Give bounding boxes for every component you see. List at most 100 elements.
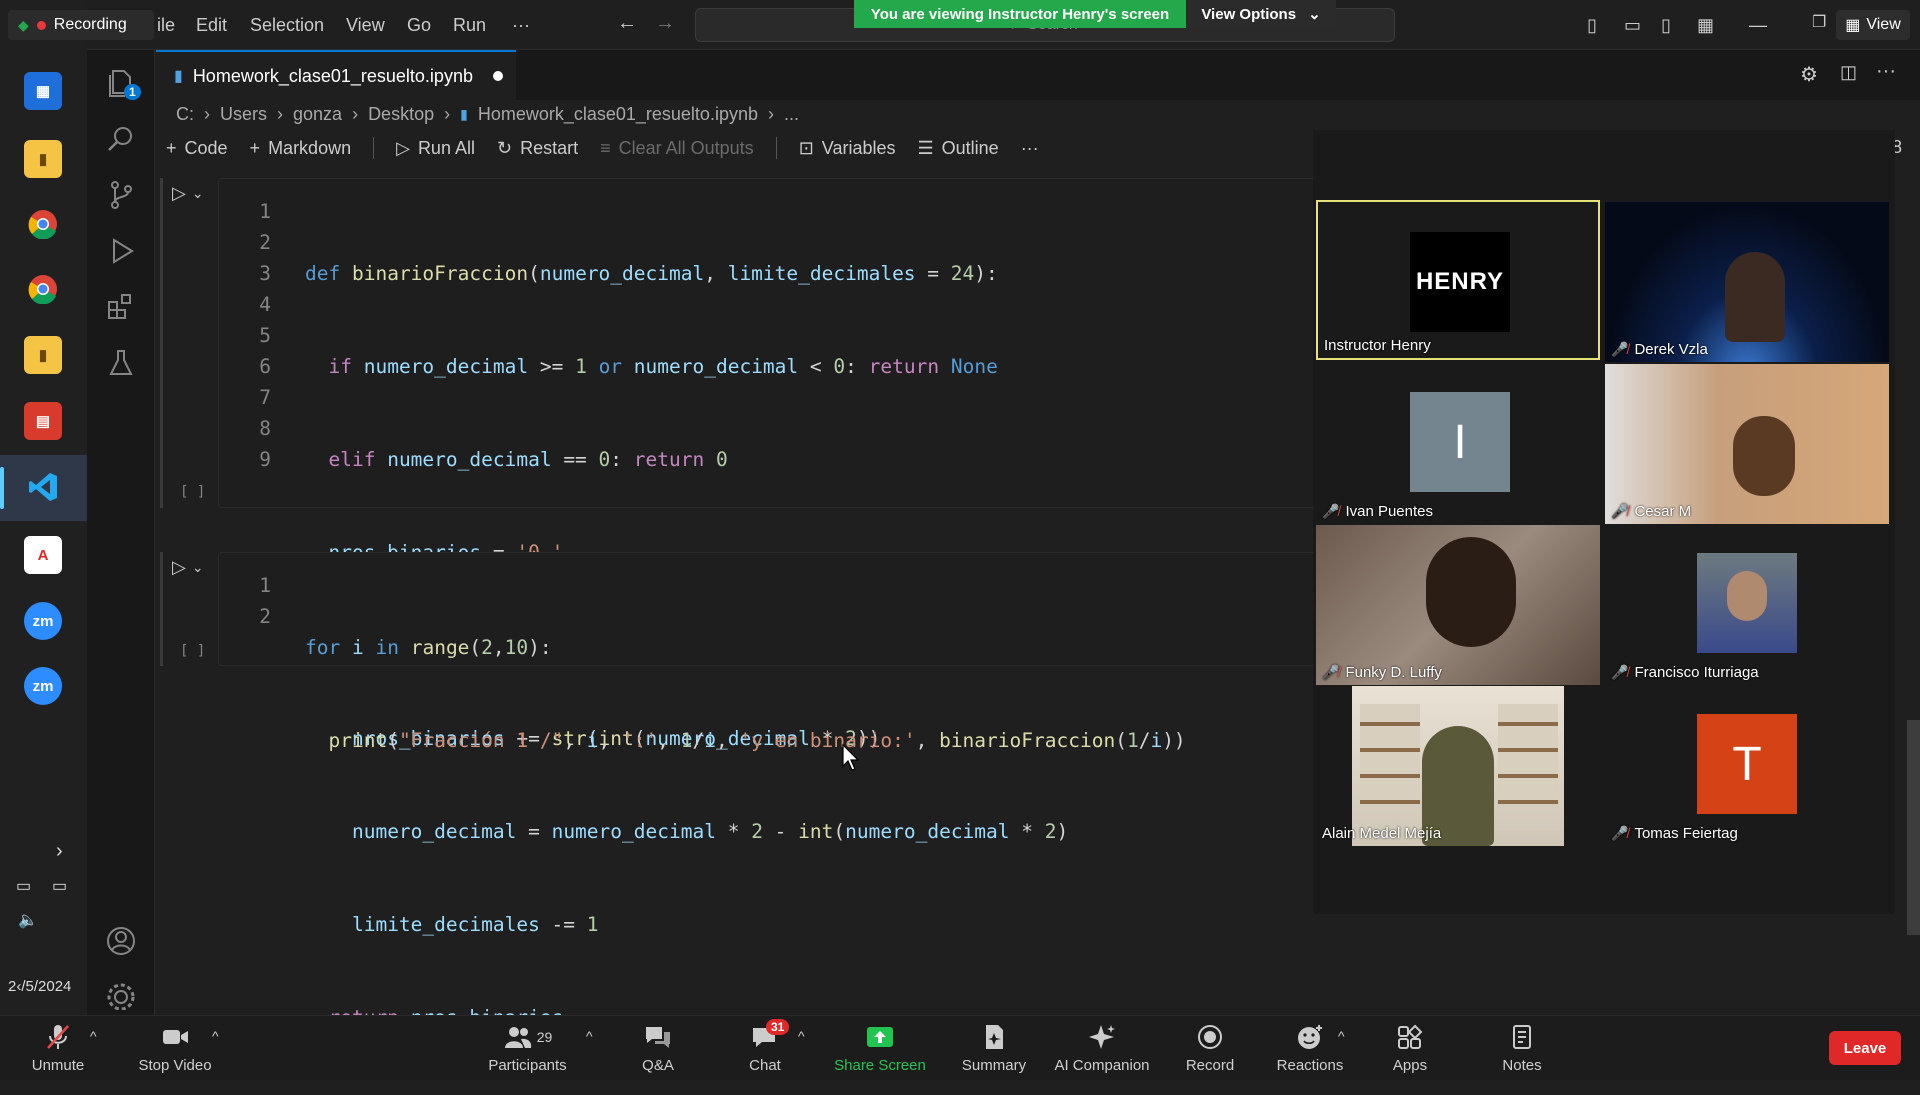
apps-button[interactable]: Apps (1380, 1016, 1440, 1081)
chevron-up-icon[interactable]: ^ (90, 1028, 97, 1044)
restore-window-icon[interactable]: ❐ (1812, 12, 1826, 32)
participants-icon (504, 1027, 531, 1048)
chevron-up-icon[interactable]: ^ (798, 1028, 805, 1044)
customize-layout-icon[interactable]: ▦ (1697, 15, 1714, 36)
code-editor[interactable]: for i in range(2,10): print("Fracción 1 … (305, 570, 1186, 818)
menu-file[interactable]: ile (157, 15, 175, 36)
account-icon[interactable] (104, 924, 138, 958)
run-cell-button[interactable]: ▷ ⌄ (172, 181, 212, 205)
record-button[interactable]: Record (1180, 1016, 1240, 1081)
zoom-app-icon[interactable]: zm (24, 602, 62, 640)
menu-selection[interactable]: Selection (250, 15, 324, 36)
qa-button[interactable]: Q&A (628, 1016, 688, 1081)
code-cell[interactable]: 123456789 def binarioFraccion(numero_dec… (218, 178, 1318, 1029)
chevron-up-icon[interactable]: ^ (212, 1028, 219, 1044)
name-label: Derek Vzla (1634, 341, 1708, 358)
forward-arrow-icon[interactable]: → (655, 12, 675, 35)
chrome-icon[interactable] (24, 205, 62, 243)
ai-companion-button[interactable]: AI Companion (1050, 1016, 1154, 1081)
vscode-icon[interactable] (24, 468, 62, 506)
outline-button[interactable]: ☰ Outline (918, 138, 999, 159)
plus-icon: + (166, 137, 177, 158)
participant-name: 🎤̸ Derek Vzla (1611, 341, 1708, 358)
windows-taskbar: ▦ ▮ ▮ ▤ A zm zm › ▭ ▭ 🔈 2‹/5/2024 (0, 0, 87, 1015)
view-options-button[interactable]: View Options ⌄ (1186, 0, 1336, 28)
stop-video-button[interactable]: Stop Video (130, 1016, 220, 1081)
layout-sidebar-icon[interactable]: ▯ (1587, 15, 1597, 36)
run-all-button[interactable]: ▷ Run All (396, 138, 475, 159)
volume-icon[interactable]: 🔈 (18, 910, 38, 930)
breadcrumb-more[interactable]: ... (784, 104, 799, 125)
tab-notebook[interactable]: ▮ Homework_clase01_resuelto.ipynb (156, 50, 516, 100)
code-cell[interactable]: 12 for i in range(2,10): print("Fracción… (218, 552, 1318, 752)
breadcrumb-user[interactable]: gonza (293, 104, 342, 125)
menu-view[interactable]: View (346, 15, 385, 36)
layout-secondary-icon[interactable]: ▯ (1661, 15, 1671, 36)
run-cell-button[interactable]: ▷ ⌄ (172, 555, 212, 579)
clear-all-outputs-button[interactable]: ≡ Clear All Outputs (600, 138, 754, 159)
menu-edit[interactable]: Edit (196, 15, 227, 36)
summary-button[interactable]: Summary (954, 1016, 1034, 1081)
settings-gear-icon[interactable] (104, 980, 138, 1010)
chevron-down-icon: ⌄ (1308, 6, 1321, 23)
testing-flask-icon[interactable] (104, 346, 138, 380)
variables-button[interactable]: ⊡ Variables (799, 138, 896, 159)
chevron-up-icon[interactable]: ^ (586, 1028, 593, 1044)
breadcrumb-users[interactable]: Users (220, 104, 267, 125)
leave-button[interactable]: Leave (1829, 1031, 1901, 1065)
chrome-icon-2[interactable] (24, 270, 62, 308)
participant-tile[interactable]: T 🎤̸ Tomas Feiertag (1605, 686, 1889, 846)
pdf-reader-icon[interactable]: A (24, 536, 62, 574)
participant-tile[interactable]: 🎤̸ Cesar M (1605, 364, 1889, 524)
add-markdown-cell-button[interactable]: + Markdown (250, 138, 352, 159)
menu-more[interactable]: ··· (512, 15, 530, 36)
notes-button[interactable]: Notes (1492, 1016, 1552, 1081)
participant-tile[interactable]: 🎤̸ Francisco Iturriaga (1605, 525, 1889, 685)
muted-mic-icon: 🎤̸ (1322, 664, 1340, 680)
toolbar-more-button[interactable]: ··· (1021, 138, 1039, 159)
participant-tile[interactable]: 🎤̸ Funky D. Luffy (1316, 525, 1600, 685)
network-icon[interactable]: ▭ (16, 876, 31, 896)
presentation-app-icon[interactable]: ▤ (24, 402, 62, 440)
folder-icon[interactable]: ▮ (24, 336, 62, 374)
breadcrumb-drive[interactable]: C: (176, 104, 194, 125)
breadcrumb-file[interactable]: Homework_clase01_resuelto.ipynb (478, 104, 758, 125)
add-code-cell-button[interactable]: + Code (166, 138, 228, 159)
participant-tile[interactable]: I 🎤̸ Ivan Puentes (1316, 364, 1600, 524)
chevron-up-icon[interactable]: ^ (1338, 1028, 1345, 1044)
more-actions-icon[interactable]: ··· (1876, 60, 1896, 83)
source-control-icon[interactable] (104, 178, 138, 212)
taskbar-date[interactable]: 2‹/5/2024 (8, 978, 71, 995)
gear-icon[interactable]: ⚙ (1800, 62, 1818, 87)
search-icon[interactable] (104, 122, 138, 156)
participant-tile[interactable]: Alain Medel Mejía (1316, 686, 1600, 846)
unsaved-dot-icon[interactable] (492, 71, 503, 81)
participant-name: Instructor Henry (1324, 337, 1431, 354)
editor-scrollbar[interactable] (1907, 720, 1920, 935)
menu-run[interactable]: Run (453, 15, 486, 36)
breadcrumb-desktop[interactable]: Desktop (368, 104, 434, 125)
calculator-app-icon[interactable]: ▦ (24, 72, 62, 110)
recording-indicator[interactable]: ◆ Recording (8, 10, 154, 40)
participant-tile[interactable]: 🎤̸ Derek Vzla (1605, 202, 1889, 362)
explorer-icon[interactable]: 1 (104, 66, 141, 100)
minimize-icon[interactable]: — (1749, 15, 1767, 36)
reactions-button[interactable]: Reactions (1270, 1016, 1350, 1081)
display-icon[interactable]: ▭ (52, 876, 67, 896)
file-explorer-icon[interactable]: ▮ (24, 140, 62, 178)
back-arrow-icon[interactable]: ← (617, 12, 637, 35)
chevron-right-icon[interactable]: › (56, 840, 63, 863)
menu-go[interactable]: Go (407, 15, 431, 36)
run-debug-icon[interactable] (104, 234, 138, 268)
unmute-button[interactable]: Unmute (25, 1016, 91, 1081)
restart-button[interactable]: ↻ Restart (497, 138, 578, 159)
participants-button[interactable]: 29 Participants (475, 1016, 580, 1081)
share-screen-button[interactable]: Share Screen (830, 1016, 930, 1081)
zoom-view-button[interactable]: ▦ View (1836, 10, 1910, 40)
extensions-icon[interactable] (104, 290, 138, 324)
participant-tile[interactable]: HENRY Instructor Henry (1316, 200, 1600, 360)
layout-panel-icon[interactable]: ▭ (1624, 15, 1641, 36)
split-editor-icon[interactable]: ◫ (1840, 62, 1857, 83)
zoom-app-icon-2[interactable]: zm (24, 667, 62, 705)
notes-icon (1513, 1025, 1531, 1049)
